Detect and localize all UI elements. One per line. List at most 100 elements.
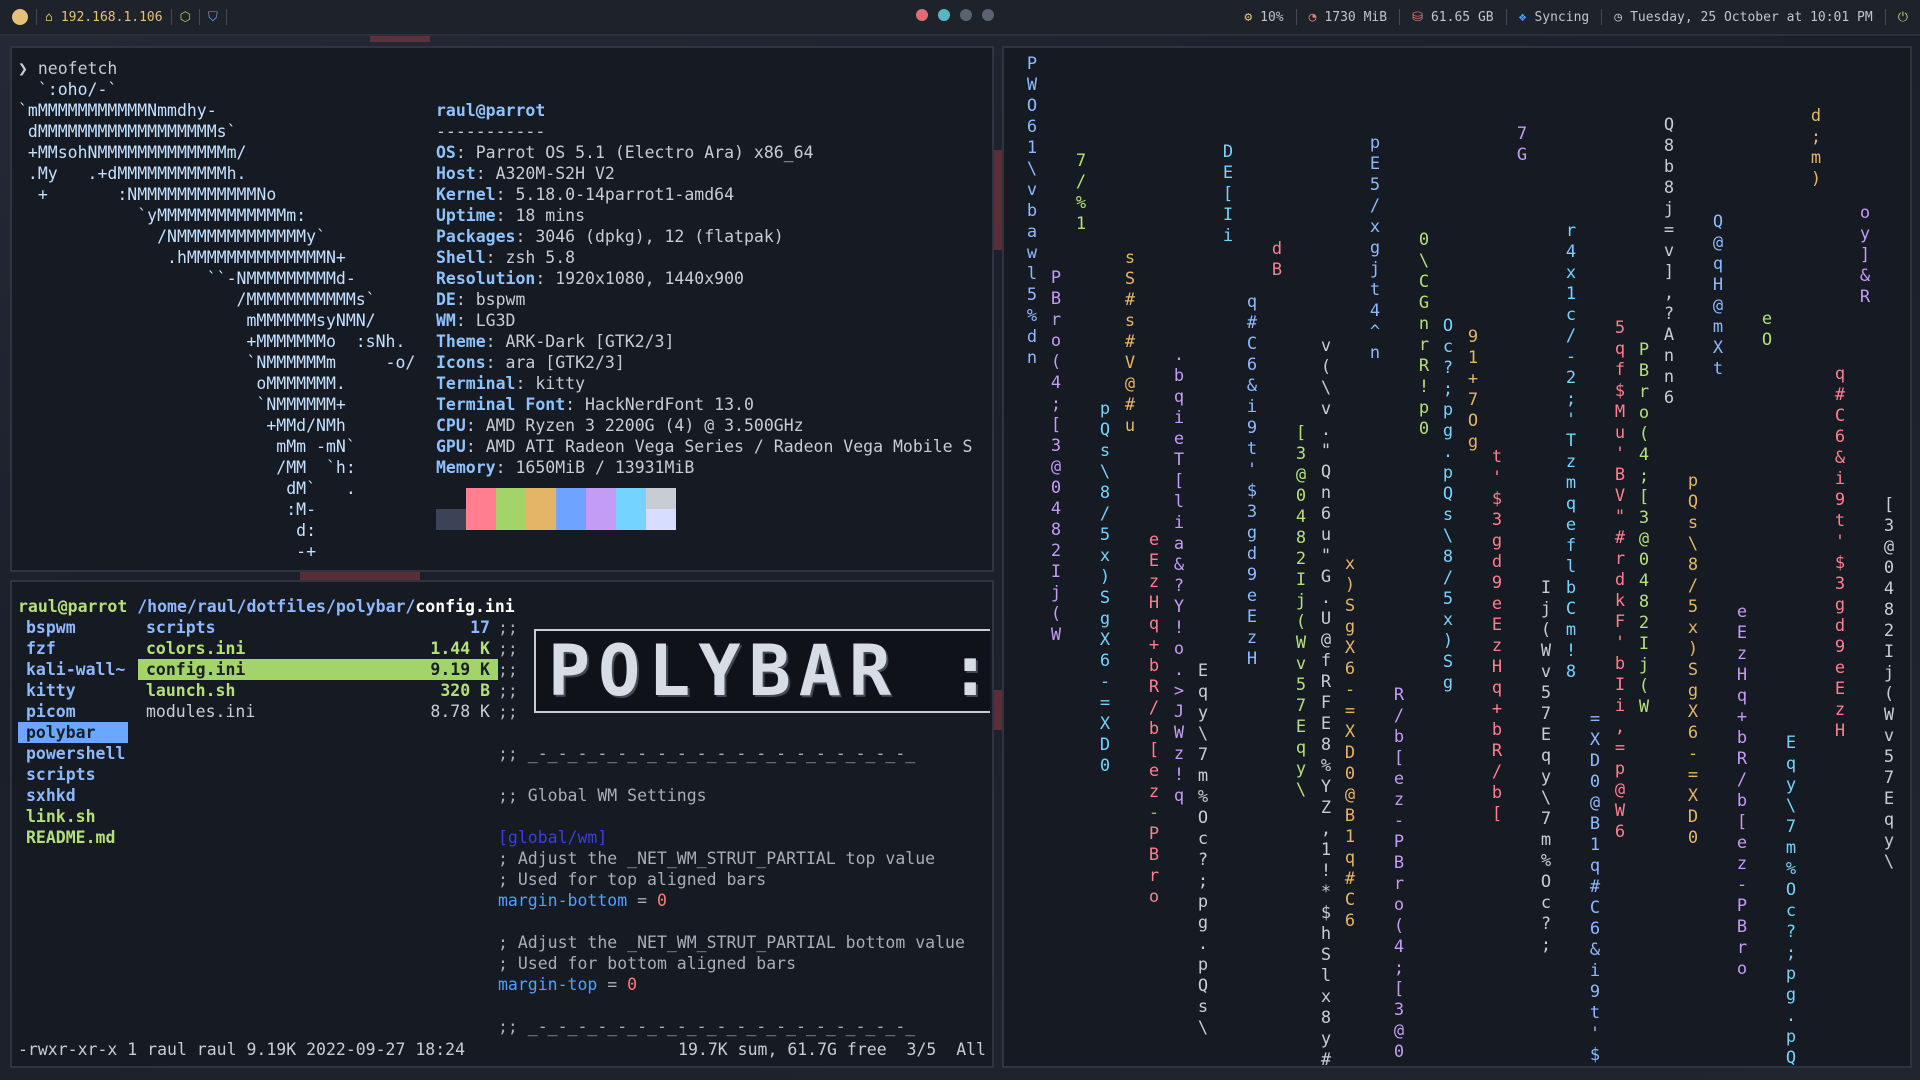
- info-label: WM: [436, 311, 456, 330]
- config-text: ;; Global WM Settings: [498, 786, 707, 805]
- workspaces: [916, 9, 994, 21]
- ascii-line: +MMMMMMMo :sNh.: [18, 332, 406, 351]
- info-label: Resolution: [436, 269, 536, 288]
- terminal-cmatrix[interactable]: P W O 6 1 \ v b a w l 5 % d n 7 / % 1 s S …: [1002, 46, 1912, 1068]
- parent-item[interactable]: polybar: [18, 722, 128, 743]
- parent-item[interactable]: kali-wall~: [18, 659, 128, 680]
- info-colon: :: [535, 269, 556, 288]
- file-size: 17: [470, 618, 490, 637]
- shield-icon[interactable]: ⛉: [208, 10, 218, 25]
- cpu-icon: ⚙: [1244, 9, 1253, 25]
- parent-item[interactable]: scripts: [18, 764, 128, 785]
- info-colon: :: [495, 206, 516, 225]
- terminal-ranger[interactable]: raul@parrot /home/raul/dotfiles/polybar/…: [10, 580, 994, 1068]
- palette-swatch: [496, 488, 526, 509]
- workspace-1-icon[interactable]: [916, 9, 928, 21]
- info-colon: :: [515, 374, 536, 393]
- date-module[interactable]: ◷ Tuesday, 25 October at 10:01 PM: [1602, 0, 1884, 34]
- config-value: 0: [627, 975, 638, 994]
- matrix-column: 7 G: [1516, 124, 1528, 165]
- parent-item[interactable]: link.sh: [18, 806, 128, 827]
- workspace-2-icon[interactable]: [938, 9, 950, 21]
- parent-item[interactable]: powershell: [18, 743, 128, 764]
- info-colon: :: [485, 248, 506, 267]
- ascii-line: /MM `h:: [18, 458, 356, 477]
- config-text: ; Adjust the _NET_WM_STRUT_PARTIAL botto…: [498, 933, 965, 952]
- matrix-column-fill: p Q s \ 8 / 5 x ) S g X 6 - = X D 0: [1099, 399, 1111, 776]
- info-row: Resolution: 1920x1080, 1440x900: [436, 268, 972, 289]
- info-row: GPU: AMD ATI Radeon Vega Series / Radeon…: [436, 436, 972, 457]
- workspace-3-icon[interactable]: [960, 9, 972, 21]
- palette-swatch: [556, 488, 586, 509]
- palette-swatch: [556, 509, 586, 530]
- ascii-line: dMMMMMMMMMMMMMMMMMMs`: [18, 122, 237, 141]
- palette-swatch: [616, 509, 646, 530]
- disk-module[interactable]: ⛁ 61.65 GB: [1400, 0, 1506, 34]
- info-value: AMD Ryzen 3 2200G (4) @ 3.500GHz: [485, 416, 804, 435]
- file-item[interactable]: config.ini 9.19 K: [138, 659, 498, 680]
- divider: [198, 9, 200, 25]
- workspace-4-icon[interactable]: [982, 9, 994, 21]
- info-label: Terminal: [436, 374, 516, 393]
- parent-item[interactable]: picom: [18, 701, 128, 722]
- matrix-column-fill: E q y \ 7 m % O c ? ; p g . p Q s \: [1785, 733, 1797, 1068]
- memory-module[interactable]: ◔ 1730 MiB: [1297, 0, 1399, 34]
- info-value: Parrot OS 5.1 (Electro Ara) x86_64: [475, 143, 814, 162]
- file-item[interactable]: colors.ini 1.44 K: [138, 638, 498, 659]
- preview-line: [498, 806, 965, 827]
- info-value: HackNerdFont 13.0: [585, 395, 754, 414]
- info-colon: :: [475, 164, 496, 183]
- bar-left: ⌂ 192.168.1.106 ⬡ ⛉: [0, 0, 239, 34]
- prompt-command: ❯ neofetch: [18, 59, 118, 78]
- info-divider: -----------: [436, 122, 546, 141]
- info-value: AMD ATI Radeon Vega Series / Radeon Vega…: [485, 437, 973, 456]
- palette-swatch: [586, 509, 616, 530]
- info-value: 18 mins: [515, 206, 586, 225]
- info-row: OS: Parrot OS 5.1 (Electro Ara) x86_64: [436, 142, 972, 163]
- memory-icon: ◔: [1308, 9, 1317, 25]
- ascii-line: :M-: [18, 500, 317, 519]
- info-colon: :: [515, 227, 536, 246]
- info-row: WM: LG3D: [436, 310, 972, 331]
- matrix-column-fill: R / b [ e z - P B r o ( 4 ; [ 3 @ 0: [1393, 685, 1405, 1062]
- matrix-column: o y ] & R: [1859, 203, 1871, 307]
- info-label: Packages: [436, 227, 516, 246]
- preview-line: [498, 764, 965, 785]
- info-colon: :: [495, 185, 516, 204]
- file-item[interactable]: launch.sh 320 B: [138, 680, 498, 701]
- ascii-line: -+: [18, 542, 317, 561]
- matrix-column: Q @ q H @ m X t: [1712, 212, 1724, 379]
- parrot-logo-icon[interactable]: [12, 9, 28, 25]
- parent-item[interactable]: bspwm: [18, 617, 128, 638]
- matrix-column: 7 / % 1: [1075, 151, 1087, 234]
- cube-icon[interactable]: ⬡: [180, 10, 191, 25]
- ascii-line: + :NMMMMMMMMMMMMNo: [18, 185, 277, 204]
- info-label: DE: [436, 290, 456, 309]
- power-module[interactable]: ⏻: [1886, 0, 1920, 34]
- palette-swatch: [436, 488, 466, 509]
- file-item[interactable]: scripts 17: [138, 617, 498, 638]
- preview-line: ;; _-_-_-_-_-_-_-_-_-_-_-_-_-_-_-_-_-_-_…: [498, 1016, 965, 1037]
- dropbox-module[interactable]: ❖ Syncing: [1507, 0, 1602, 34]
- cpu-module[interactable]: ⚙ 10%: [1232, 0, 1295, 34]
- preview-line: ;; Global WM Settings: [498, 785, 965, 806]
- terminal-neofetch[interactable]: ❯ neofetch `:oho/-` `mMMMMMMMMMMMNmmdhy- …: [10, 46, 994, 572]
- preview-line: [global/wm]: [498, 827, 965, 848]
- info-value: LG3D: [475, 311, 516, 330]
- dropbox-status: Syncing: [1534, 9, 1590, 25]
- file-size: 9.19 K: [430, 660, 490, 679]
- ascii-line: +MMd/NMh: [18, 416, 346, 435]
- config-text: ; Adjust the _NET_WM_STRUT_PARTIAL top v…: [498, 849, 936, 868]
- parent-item[interactable]: sxhkd: [18, 785, 128, 806]
- power-icon: ⏻: [1897, 9, 1908, 25]
- preview-line: margin-bottom = 0: [498, 890, 965, 911]
- file-item[interactable]: modules.ini 8.78 K: [138, 701, 498, 722]
- matrix-column: 5 q f $ M u ' B V " # r d k F ' b I i , …: [1614, 318, 1626, 842]
- parent-item[interactable]: fzf: [18, 638, 128, 659]
- palette-swatch: [586, 488, 616, 509]
- parent-item[interactable]: README.md: [18, 827, 128, 848]
- info-row: Shell: zsh 5.8: [436, 247, 972, 268]
- file-name: colors.ini: [146, 639, 246, 658]
- parent-item[interactable]: kitty: [18, 680, 128, 701]
- matrix-column: 9 1 + 7 O g: [1467, 327, 1479, 452]
